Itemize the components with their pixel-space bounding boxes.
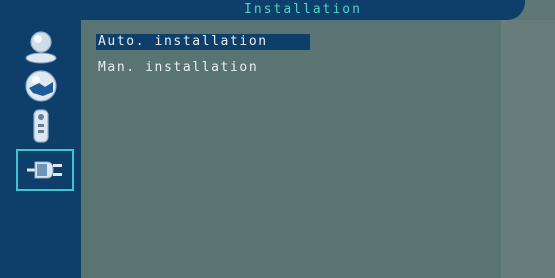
- menu-content-area: [81, 20, 501, 278]
- sidebar-item-globe[interactable]: [21, 66, 61, 106]
- right-panel: [501, 20, 555, 278]
- menu-item-label: Auto. installation: [98, 34, 268, 49]
- page-title: Installation: [244, 2, 362, 17]
- sidebar-item-installation[interactable]: [16, 149, 74, 191]
- sidebar-item-user[interactable]: [21, 26, 61, 66]
- sidebar-item-remote[interactable]: [21, 106, 61, 146]
- menu-sidebar: [0, 0, 81, 278]
- menu-item-auto-installation[interactable]: Auto. installation: [96, 34, 310, 50]
- menu-item-manual-installation[interactable]: Man. installation: [96, 60, 258, 76]
- tv-menu-screen: Installation Auto. installation Man. ins…: [0, 0, 555, 278]
- user-icon: [25, 31, 57, 64]
- remote-control-icon: [33, 109, 49, 143]
- menu-item-label: Man. installation: [98, 60, 259, 75]
- globe-icon: [25, 70, 57, 102]
- title-bar: Installation: [81, 0, 525, 20]
- plug-icon: [27, 161, 62, 179]
